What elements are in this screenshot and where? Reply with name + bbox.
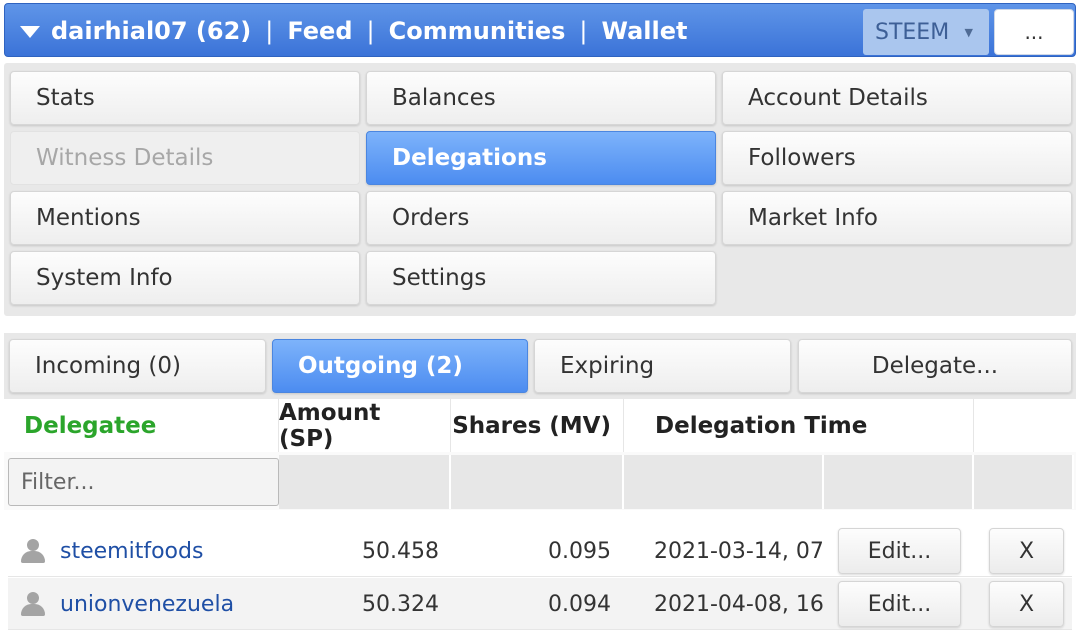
menu-orders[interactable]: Orders (366, 191, 716, 245)
menu-settings[interactable]: Settings (366, 251, 716, 305)
shares-cell: 0.094 (548, 591, 611, 617)
top-bar: dairhial07 (62) | Feed | Communities | W… (4, 3, 1076, 57)
top-nav: dairhial07 (62) | Feed | Communities | W… (51, 16, 688, 46)
remove-button[interactable]: X (989, 581, 1064, 627)
delegatee-filter-input[interactable]: Filter... (8, 458, 279, 506)
account-dropdown-caret-icon[interactable] (20, 26, 40, 38)
menu-mentions[interactable]: Mentions (10, 191, 360, 245)
remove-button[interactable]: X (989, 528, 1064, 574)
delegations-table: Delegatee Amount (SP) Shares (MV) Delega… (4, 399, 1076, 630)
edit-button[interactable]: Edit... (838, 581, 961, 627)
filter-cell (279, 455, 451, 509)
menu-followers[interactable]: Followers (722, 131, 1072, 185)
filter-cell (451, 455, 624, 509)
delegation-time-cell: 2021-03-14, 07: (654, 538, 825, 564)
delegatee-link[interactable]: steemitfoods (60, 525, 280, 577)
nav-separator: | (265, 17, 274, 45)
column-header-amount[interactable]: Amount (SP) (279, 399, 451, 452)
user-icon (20, 592, 46, 616)
filter-cell (824, 455, 974, 509)
amount-cell: 50.324 (362, 591, 439, 617)
user-icon (20, 539, 46, 563)
nav-separator: | (366, 17, 375, 45)
account-link[interactable]: dairhial07 (62) (51, 17, 251, 45)
filter-cell (974, 455, 1074, 509)
communities-link[interactable]: Communities (389, 17, 566, 45)
tab-expiring[interactable]: Expiring (534, 339, 791, 393)
menu-market-info[interactable]: Market Info (722, 191, 1072, 245)
tab-incoming[interactable]: Incoming (0) (9, 339, 266, 393)
menu-system-info[interactable]: System Info (10, 251, 360, 305)
shares-cell: 0.095 (548, 538, 611, 564)
coin-select-value: STEEM (875, 19, 950, 45)
menu-stats[interactable]: Stats (10, 71, 360, 125)
select-arrow-icon: ▼ (964, 26, 973, 39)
menu-account-details[interactable]: Account Details (722, 71, 1072, 125)
column-header-shares[interactable]: Shares (MV) (451, 399, 624, 452)
column-header-delegatee[interactable]: Delegatee (4, 399, 279, 452)
menu-panel: Stats Balances Account Details Witness D… (4, 63, 1076, 316)
table-row: steemitfoods 50.458 0.095 2021-03-14, 07… (8, 525, 1072, 577)
feed-link[interactable]: Feed (287, 17, 352, 45)
table-row: unionvenezuela 50.324 0.094 2021-04-08, … (8, 578, 1072, 630)
column-header-delegation-time[interactable]: Delegation Time (624, 399, 974, 452)
wallet-link[interactable]: Wallet (601, 17, 687, 45)
delegate-button[interactable]: Delegate... (798, 339, 1072, 393)
more-button[interactable]: ... (994, 9, 1074, 55)
coin-select[interactable]: STEEM ▼ (863, 9, 989, 55)
filter-cell (624, 455, 824, 509)
tab-outgoing[interactable]: Outgoing (2) (272, 339, 528, 393)
delegatee-link[interactable]: unionvenezuela (60, 578, 280, 630)
delegation-time-cell: 2021-04-08, 16: (654, 591, 825, 617)
amount-cell: 50.458 (362, 538, 439, 564)
menu-delegations[interactable]: Delegations (366, 131, 716, 185)
nav-separator: | (579, 17, 588, 45)
menu-balances[interactable]: Balances (366, 71, 716, 125)
column-header-actions (974, 399, 1076, 452)
menu-witness-details: Witness Details (10, 131, 360, 185)
edit-button[interactable]: Edit... (838, 528, 961, 574)
